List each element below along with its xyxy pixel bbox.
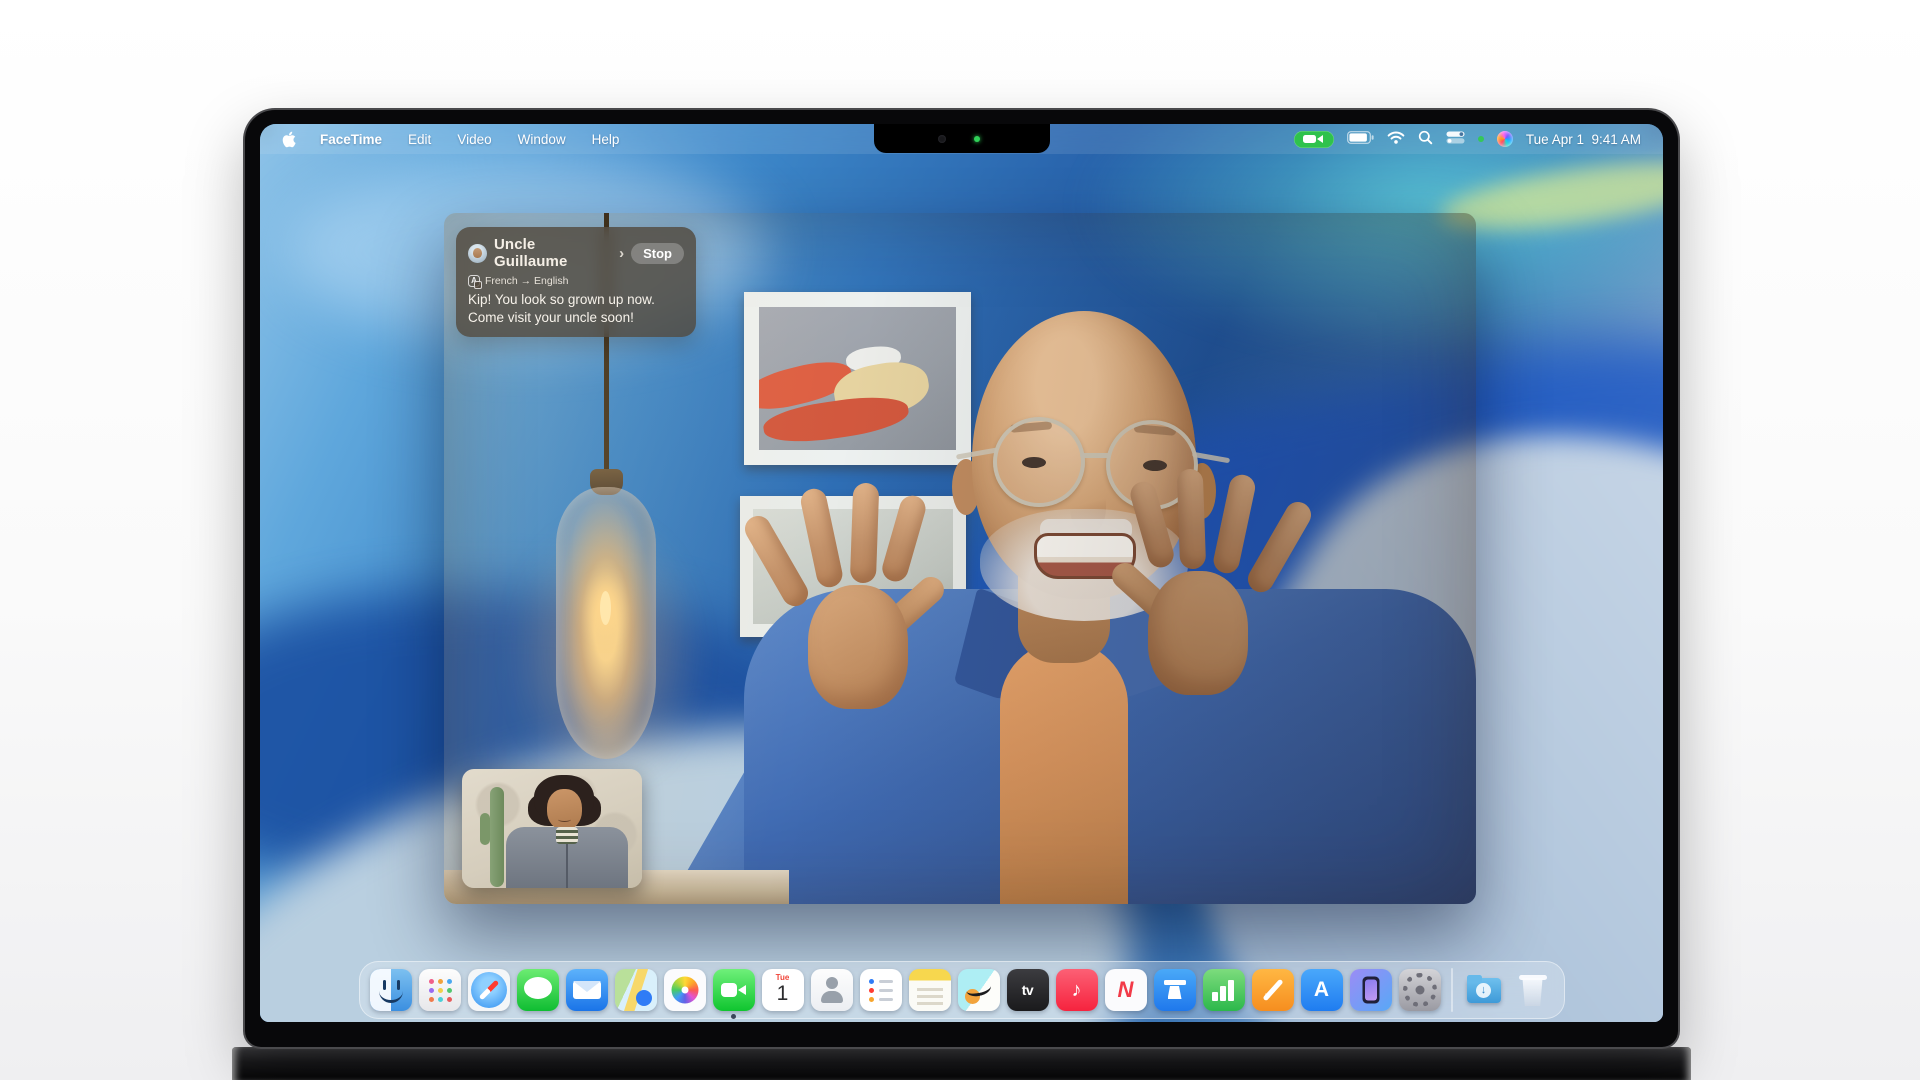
dock-icon-music[interactable]: ♪	[1056, 969, 1098, 1011]
downloads-glyph	[1476, 983, 1491, 998]
dock-icon-news[interactable]: N	[1105, 969, 1147, 1011]
translated-message-line2: Come visit your uncle soon!	[468, 309, 684, 327]
menu-video[interactable]: Video	[457, 132, 491, 147]
dock-icon-trash[interactable]	[1512, 969, 1554, 1011]
dock: Tue1 tv♪N A	[359, 961, 1565, 1019]
stop-translation-button[interactable]: Stop	[631, 243, 684, 264]
control-center-icon[interactable]	[1446, 131, 1465, 147]
caller-avatar	[468, 244, 487, 263]
self-view-pip[interactable]	[462, 769, 642, 888]
dock-icon-launchpad[interactable]	[419, 969, 461, 1011]
macbook-display: FaceTime Edit Video Window Help	[245, 110, 1678, 1047]
menu-bar-clock[interactable]: Tue Apr 1 9:41 AM	[1526, 132, 1641, 147]
pip-cactus	[490, 787, 504, 887]
dock-icon-mail[interactable]	[566, 969, 608, 1011]
tv-glyph: tv	[1007, 969, 1049, 1011]
maps-glyph	[638, 992, 649, 1003]
dock-icon-iphone-mirroring[interactable]	[1350, 969, 1392, 1011]
safari-glyph	[478, 980, 499, 1001]
dock-icon-pages[interactable]	[1252, 969, 1294, 1011]
dock-icon-reminders[interactable]	[860, 969, 902, 1011]
dock-icon-photos[interactable]	[664, 969, 706, 1011]
dock-icon-calendar[interactable]: Tue1	[762, 969, 804, 1011]
camera-active-pill-icon[interactable]	[1294, 131, 1334, 148]
recording-indicator-dot	[1478, 136, 1484, 142]
macbook-base	[232, 1047, 1691, 1080]
battery-icon[interactable]	[1347, 131, 1374, 147]
running-indicator	[731, 1014, 736, 1019]
facetime-window[interactable]: Uncle Guillaume › Stop A French → Englis…	[444, 213, 1476, 904]
menu-window[interactable]: Window	[518, 132, 566, 147]
dock-icon-finder[interactable]	[370, 969, 412, 1011]
spotlight-search-icon[interactable]	[1418, 130, 1433, 148]
camera-active-led	[974, 136, 980, 142]
dock-icon-maps[interactable]	[615, 969, 657, 1011]
news-glyph: N	[1105, 969, 1147, 1011]
dock-icon-facetime[interactable]	[713, 969, 755, 1011]
uncle-left-hand	[784, 475, 934, 715]
dock-icon-messages[interactable]	[517, 969, 559, 1011]
uncle-glasses	[993, 417, 1085, 507]
siri-apple-intelligence-icon[interactable]	[1497, 131, 1513, 147]
dock-icon-settings[interactable]	[1399, 969, 1441, 1011]
music-glyph: ♪	[1056, 969, 1098, 1011]
dock-icon-safari[interactable]	[468, 969, 510, 1011]
translation-route: French → English	[485, 275, 568, 287]
dock-icon-keynote[interactable]	[1154, 969, 1196, 1011]
dock-icon-tv[interactable]: tv	[1007, 969, 1049, 1011]
dock-divider	[1451, 968, 1453, 1012]
numbers-glyph	[1228, 980, 1234, 1001]
caller-name[interactable]: Uncle Guillaume	[494, 236, 610, 270]
dock-icon-downloads[interactable]	[1463, 969, 1505, 1011]
notch-camera-lens	[938, 135, 946, 143]
dock-icon-numbers[interactable]	[1203, 969, 1245, 1011]
calendar-day: 1	[762, 982, 804, 1005]
marketing-stage: FaceTime Edit Video Window Help	[0, 0, 1920, 1080]
dock-icon-appstore[interactable]: A	[1301, 969, 1343, 1011]
translate-icon: A	[468, 275, 480, 287]
macos-desktop: FaceTime Edit Video Window Help	[260, 124, 1663, 1022]
pip-caller-face	[547, 789, 582, 830]
calendar-weekday: Tue	[762, 974, 804, 982]
finder-glyph	[383, 980, 386, 990]
menu-facetime[interactable]: FaceTime	[320, 132, 382, 147]
dock-icon-notes[interactable]	[909, 969, 951, 1011]
uncle-right-hand	[1122, 461, 1272, 701]
display-notch	[874, 124, 1050, 153]
appstore-glyph: A	[1301, 969, 1343, 1011]
dock-icon-contacts[interactable]	[811, 969, 853, 1011]
dock-icon-freeform[interactable]	[958, 969, 1000, 1011]
chevron-right-icon[interactable]: ›	[619, 245, 624, 262]
menu-edit[interactable]: Edit	[408, 132, 431, 147]
menu-help[interactable]: Help	[592, 132, 620, 147]
wifi-icon[interactable]	[1387, 131, 1405, 147]
live-translation-overlay: Uncle Guillaume › Stop A French → Englis…	[456, 227, 696, 337]
uncle-orange-tee	[1000, 641, 1128, 904]
apple-menu-icon[interactable]	[282, 131, 296, 148]
translated-message-line1: Kip! You look so grown up now.	[468, 291, 684, 309]
launchpad-glyph	[429, 979, 434, 984]
